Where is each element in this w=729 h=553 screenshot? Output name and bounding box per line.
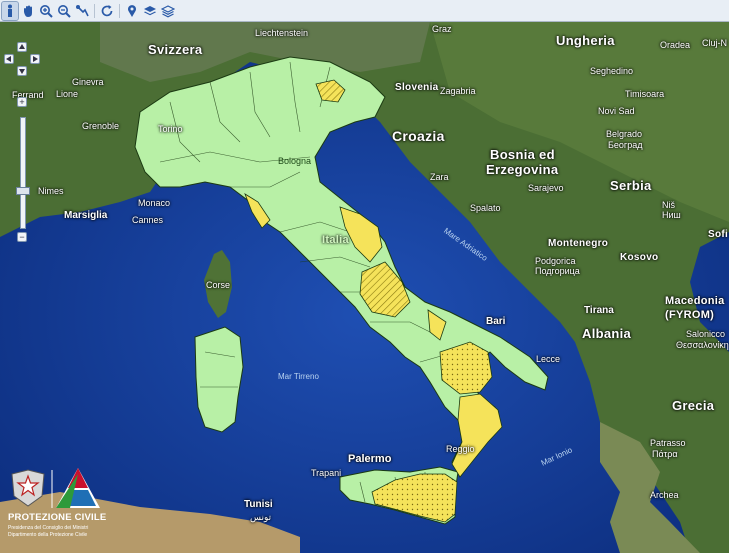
arrow-right-icon xyxy=(33,56,38,62)
label-fyrom: (FYROM) xyxy=(665,309,715,321)
label-sofia: Sofi xyxy=(708,229,729,240)
label-reggio: Reggio xyxy=(446,444,475,454)
label-podgorica: Podgorica xyxy=(535,256,576,266)
label-podgorica-cyr: Подгорица xyxy=(535,266,580,276)
label-beograd: Београд xyxy=(608,140,643,150)
label-seghedino: Seghedino xyxy=(590,66,634,76)
label-palermo: Palermo xyxy=(348,453,392,465)
label-oradea: Oradea xyxy=(660,40,691,50)
label-belgrado: Belgrado xyxy=(606,129,643,139)
stack-icon xyxy=(161,4,175,17)
pan-east-button[interactable] xyxy=(30,54,40,64)
label-zara: Zara xyxy=(430,172,449,182)
label-tunisi-ar: تونس xyxy=(250,512,272,522)
arrow-up-icon xyxy=(19,44,25,49)
zoom-in-button[interactable] xyxy=(38,2,54,20)
info-icon xyxy=(8,4,12,17)
info-button[interactable] xyxy=(1,0,19,21)
zoom-slider-track[interactable] xyxy=(20,117,26,229)
label-croatia: Croazia xyxy=(392,128,445,144)
italian-emblem-icon xyxy=(11,469,45,507)
label-grenoble: Grenoble xyxy=(82,121,120,131)
label-hungary: Ungheria xyxy=(556,33,615,48)
layers-icon xyxy=(144,5,156,15)
label-spalato: Spalato xyxy=(470,203,501,213)
layers-button[interactable] xyxy=(142,2,158,20)
label-timisoara: Timisoara xyxy=(625,89,665,99)
label-lione: Lione xyxy=(56,89,79,99)
label-archea: Archea xyxy=(650,490,679,500)
logo-title: PROTEZIONE CIVILE xyxy=(8,512,107,523)
hand-icon xyxy=(24,5,32,17)
pan-button[interactable] xyxy=(20,2,36,20)
map-canvas[interactable]: Svizzera Liechtenstein Graz Ungheria Ora… xyxy=(0,22,729,553)
label-bosnia-1: Bosnia ed xyxy=(490,147,555,162)
logo-subtitle-2: Dipartimento della Protezione Civile xyxy=(8,532,88,538)
pan-south-button[interactable] xyxy=(17,66,27,76)
pan-north-button[interactable] xyxy=(17,42,27,52)
label-albania: Albania xyxy=(582,326,632,341)
arrow-down-icon xyxy=(19,69,25,74)
label-kosovo: Kosovo xyxy=(620,252,659,263)
label-switzerland: Svizzera xyxy=(148,42,203,57)
label-greece: Grecia xyxy=(672,398,715,413)
label-torino: Torino xyxy=(158,124,183,134)
label-montenegro: Montenegro xyxy=(548,238,609,249)
label-cannes: Cannes xyxy=(132,215,164,225)
zoom-out-button[interactable] xyxy=(56,2,72,20)
map-navigation-control: + − xyxy=(4,42,44,242)
label-trapani: Trapani xyxy=(311,468,342,478)
arrow-left-icon xyxy=(6,56,11,62)
label-salonicco: Salonicco xyxy=(686,329,726,339)
label-zagabria: Zagabria xyxy=(440,86,476,96)
toolbar-separator xyxy=(119,3,120,18)
label-nis: Niš xyxy=(662,200,675,210)
map-toolbar xyxy=(0,0,729,22)
zoom-out-icon xyxy=(58,4,71,18)
label-tunisi: Tunisi xyxy=(244,499,273,510)
label-corse: Corse xyxy=(206,280,231,290)
locate-button[interactable] xyxy=(124,2,140,20)
zoom-in-control[interactable]: + xyxy=(17,97,27,107)
label-serbia: Serbia xyxy=(610,178,652,193)
label-tyrrhenian-sea: Mar Tirreno xyxy=(278,372,319,381)
label-ginevra: Ginevra xyxy=(72,77,104,87)
refresh-icon xyxy=(101,4,113,16)
label-graz: Graz xyxy=(432,24,452,34)
civil-protection-triangle-icon xyxy=(56,468,100,508)
label-bari: Bari xyxy=(486,316,506,327)
zoom-out-control[interactable]: − xyxy=(17,232,27,242)
sardinia xyxy=(194,326,244,433)
label-lecce: Lecce xyxy=(536,354,561,364)
refresh-button[interactable] xyxy=(99,2,115,20)
zoom-slider-handle[interactable] xyxy=(16,187,30,195)
map-pin-icon xyxy=(128,4,136,17)
base-layers-button[interactable] xyxy=(160,2,176,20)
label-slovenia: Slovenia xyxy=(395,82,439,93)
label-monaco: Monaco xyxy=(138,198,171,208)
label-bosnia-2: Erzegovina xyxy=(486,162,559,177)
toolbar-separator xyxy=(94,3,95,18)
zoom-in-icon xyxy=(40,4,53,18)
measure-button[interactable] xyxy=(74,2,90,20)
label-sarajevo: Sarajevo xyxy=(528,183,564,193)
label-nis-cyr: Ниш xyxy=(662,210,681,220)
logo-subtitle-1: Presidenza del Consiglio dei Ministri xyxy=(8,525,89,531)
pan-west-button[interactable] xyxy=(4,54,14,64)
label-thessaloniki: Θεσσαλονίκη xyxy=(676,340,729,350)
logo-emblem xyxy=(11,468,100,508)
protezione-civile-logo: PROTEZIONE CIVILE Presidenza del Consigl… xyxy=(4,466,116,544)
label-patra-gr: Πάτρα xyxy=(652,449,678,459)
label-macedonia: Macedonia xyxy=(665,295,725,307)
label-tirana: Tirana xyxy=(584,305,614,316)
label-patrasso: Patrasso xyxy=(650,438,686,448)
label-cluj: Cluj-N xyxy=(702,38,728,48)
label-liechtenstein: Liechtenstein xyxy=(255,28,309,38)
label-marsiglia: Marsiglia xyxy=(64,210,108,221)
label-italy: Italia xyxy=(322,234,349,246)
measure-icon xyxy=(76,4,89,16)
label-bologna: Bologna xyxy=(278,156,312,166)
label-novi-sad: Novi Sad xyxy=(598,106,635,116)
